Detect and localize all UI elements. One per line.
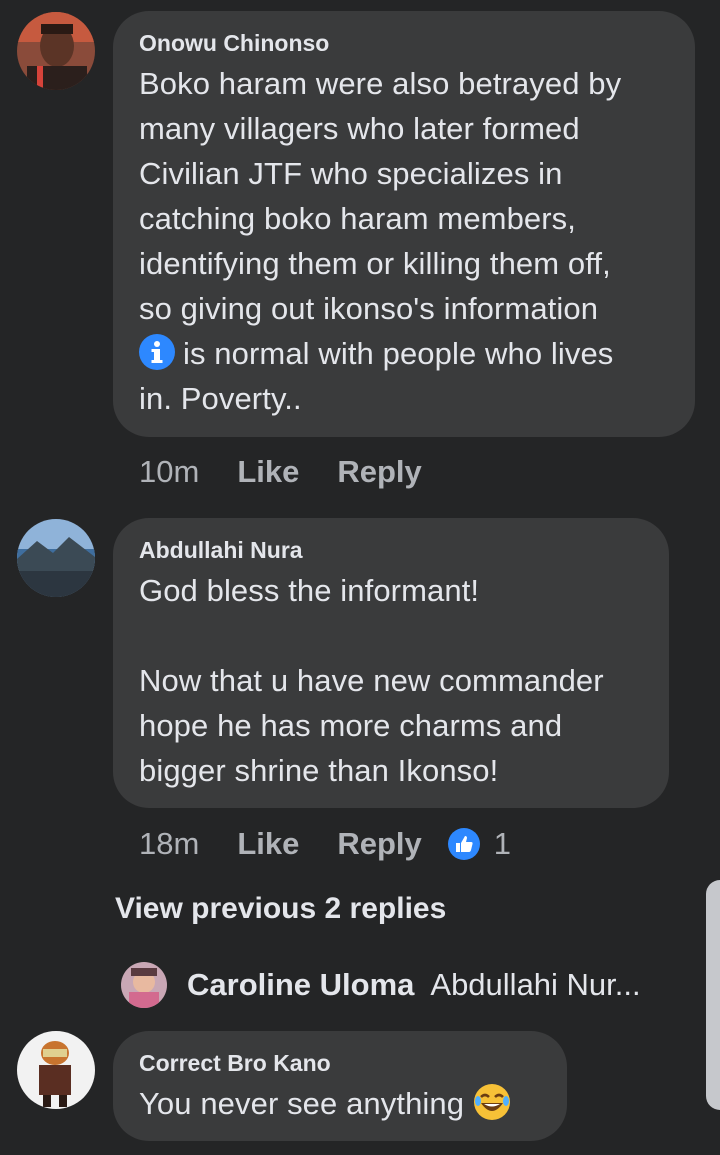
comment-text: You never see anything xyxy=(139,1081,541,1126)
comment-time[interactable]: 10m xyxy=(139,454,199,490)
comment-text-content: You never see anything xyxy=(139,1086,465,1121)
comment-time[interactable]: 18m xyxy=(139,826,199,862)
laughing-emoji-icon xyxy=(473,1083,511,1121)
scrollbar[interactable] xyxy=(706,880,720,1110)
avatar[interactable] xyxy=(17,519,95,597)
avatar[interactable] xyxy=(121,962,167,1008)
reply-preview[interactable]: Caroline Uloma Abdullahi Nur... xyxy=(121,962,681,1008)
comment-author[interactable]: Abdullahi Nura xyxy=(139,536,643,564)
comment-text-part-2: is normal with people who lives in. Pove… xyxy=(139,336,614,416)
comment-actions: 18m Like Reply 1 xyxy=(139,824,511,864)
comment-bubble[interactable]: Correct Bro Kano You never see anything xyxy=(113,1031,567,1141)
reaction-count[interactable]: 1 xyxy=(494,826,511,862)
comment-text: Boko haram were also betrayed by many vi… xyxy=(139,61,669,421)
comment-actions: 10m Like Reply xyxy=(139,452,460,492)
view-previous-replies-link[interactable]: View previous 2 replies xyxy=(115,892,446,926)
information-icon xyxy=(139,334,175,370)
reply-text: Abdullahi Nur... xyxy=(430,967,641,1002)
comment-bubble[interactable]: Abdullahi Nura God bless the informant! … xyxy=(113,518,669,808)
avatar[interactable] xyxy=(17,12,95,90)
comment-author[interactable]: Correct Bro Kano xyxy=(139,1049,541,1077)
avatar[interactable] xyxy=(17,1031,95,1109)
comment-bubble[interactable]: Onowu Chinonso Boko haram were also betr… xyxy=(113,11,695,437)
reply-author[interactable]: Caroline Uloma xyxy=(187,967,414,1003)
thumbs-up-icon[interactable] xyxy=(447,828,480,860)
reply-button[interactable]: Reply xyxy=(337,826,421,862)
comment-text: God bless the informant! Now that u have… xyxy=(139,573,604,788)
like-button[interactable]: Like xyxy=(237,826,299,862)
comment-author[interactable]: Onowu Chinonso xyxy=(139,29,669,57)
reply-button[interactable]: Reply xyxy=(337,454,421,490)
like-button[interactable]: Like xyxy=(237,454,299,490)
comment-text-part-1: Boko haram were also betrayed by many vi… xyxy=(139,66,622,326)
